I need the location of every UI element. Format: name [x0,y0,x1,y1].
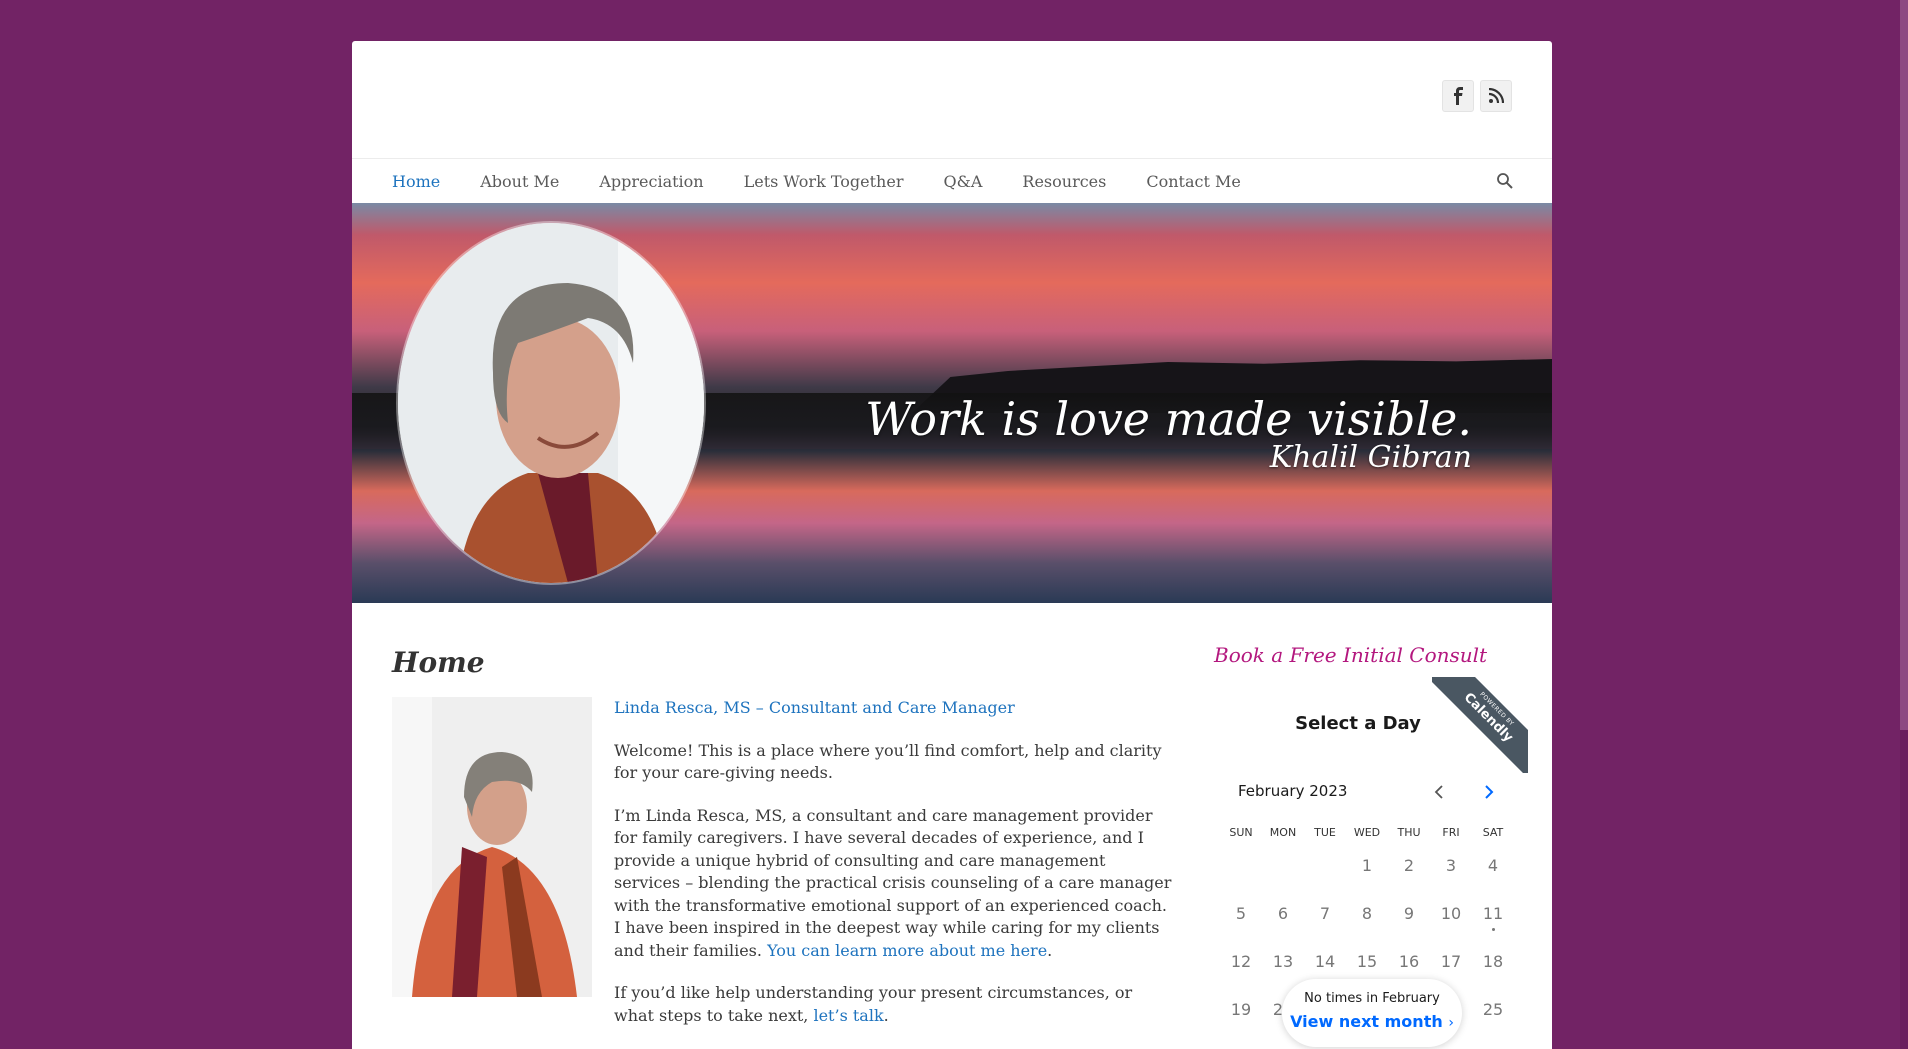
weekday-label: TUE [1314,826,1336,839]
calendar-day-number: 10 [1440,904,1462,923]
cta-end: . [883,1005,889,1025]
weekday-label: FRI [1442,826,1460,839]
entry-content: Linda Resca, MS – Consultant and Care Ma… [392,697,1172,1027]
calendar-day: 9 [1388,894,1430,942]
calendar-day: 25 [1472,990,1514,1038]
calendar-day: 2 [1388,846,1430,894]
hero-banner: Work is love made visible. Khalil Gibran [352,203,1552,603]
calendar-day: 6 [1262,894,1304,942]
nav-item-contact-me[interactable]: Contact Me [1146,172,1240,191]
hero-quote: Work is love made visible. Khalil Gibran [865,393,1472,475]
weekday-label: THU [1397,826,1421,839]
intro-end: . [1047,940,1053,960]
calendly-badge[interactable]: POWERED BY Calendly [1432,677,1528,773]
calendar-day-number: 17 [1440,952,1462,971]
weekday-label: SUN [1229,826,1253,839]
calendar-day: 18 [1472,942,1514,990]
sidebar: Book a Free Initial Consult POWERED BY C… [1208,643,1528,1047]
calendar-day: 10 [1430,894,1472,942]
nav-item-about-me[interactable]: About Me [480,172,559,191]
chevron-left-icon[interactable] [1430,782,1450,802]
chevron-right-icon[interactable] [1478,782,1498,802]
calendar-day-number: 16 [1398,952,1420,971]
weekday-label: SAT [1482,826,1504,839]
main-nav: Home About Me Appreciation Lets Work Tog… [352,158,1552,203]
calendar-day: 4 [1472,846,1514,894]
weekday-label: WED [1353,826,1381,839]
calendar-empty-cell [1262,846,1304,894]
page-title: Home [392,646,485,679]
page-container: Home About Me Appreciation Lets Work Tog… [352,41,1552,1049]
scrollbar-thumb[interactable] [1900,0,1908,730]
nav-item-resources[interactable]: Resources [1022,172,1106,191]
nav-item-lets-work-together[interactable]: Lets Work Together [744,172,904,191]
view-next-month-button[interactable]: View next month › [1282,1012,1462,1031]
rss-button[interactable] [1480,80,1512,112]
view-next-month-label: View next month [1290,1012,1443,1031]
quote-author: Khalil Gibran [1269,440,1472,475]
calendar-day-number: 12 [1230,952,1252,971]
calendar-day-number: 6 [1277,904,1289,923]
calendar-day-number: 1 [1361,856,1373,875]
no-times-popup: No times in February View next month › [1282,979,1462,1047]
hero-portrait [398,223,704,583]
calendar-day: 7 [1304,894,1346,942]
calendar-day-number: 11 [1482,904,1504,923]
calendar-day: 12 [1220,942,1262,990]
rss-icon [1488,88,1504,104]
calendar-empty-cell [1304,846,1346,894]
calendar-day-number: 4 [1487,856,1499,875]
calendar-day-number: 3 [1445,856,1457,875]
calendar-day: 5 [1220,894,1262,942]
quote-text: Work is love made visible. [865,392,1472,446]
consult-title: Book a Free Initial Consult [1214,643,1488,667]
intro-text: I’m Linda Resca, MS, a consultant and ca… [614,805,1172,960]
no-times-text: No times in February [1304,991,1440,1006]
weekday-label: MON [1269,826,1297,839]
calendar-day-number: 5 [1235,904,1247,923]
calendar-day-number: 14 [1314,952,1336,971]
calendar-day: 11 [1472,894,1514,942]
nav-item-appreciation[interactable]: Appreciation [599,172,703,191]
calendar-day-number: 18 [1482,952,1504,971]
calendar-day-number: 19 [1230,1000,1252,1019]
calendar-day: 3 [1430,846,1472,894]
calendly-widget: POWERED BY Calendly Select a Day Februar… [1208,677,1528,1047]
nav-item-home[interactable]: Home [392,172,440,191]
calendar-day-number: 25 [1482,1000,1504,1019]
nav-item-qa[interactable]: Q&A [943,172,982,191]
month-label: February 2023 [1238,782,1348,800]
facebook-button[interactable] [1442,80,1474,112]
calendar-empty-cell [1220,846,1262,894]
lets-talk-link[interactable]: let’s talk [813,1006,883,1025]
calendar-day-number: 9 [1403,904,1415,923]
learn-more-link[interactable]: You can learn more about me here [767,941,1047,960]
calendar-day-number: 2 [1403,856,1415,875]
calendar-day-number: 13 [1272,952,1294,971]
calendar-day: 19 [1220,990,1262,1038]
calendar-day-number: 8 [1361,904,1373,923]
calendar-day-number: 7 [1319,904,1331,923]
month-header: February 2023 [1208,782,1528,800]
today-dot [1491,928,1495,931]
main-column: Home Linda Resca, MS – Consultant and Ca… [392,643,1172,1047]
chevron-right-small-icon: › [1448,1015,1454,1031]
site-header [352,41,1552,158]
calendar-day: 8 [1346,894,1388,942]
calendar-day-number: 15 [1356,952,1378,971]
social-links [1442,80,1512,112]
calendar-day: 1 [1346,846,1388,894]
search-icon[interactable] [1496,172,1514,190]
subtitle-link[interactable]: Linda Resca, MS – Consultant and Care Ma… [614,698,1015,717]
linda-photo [392,697,592,997]
facebook-icon [1454,87,1463,105]
